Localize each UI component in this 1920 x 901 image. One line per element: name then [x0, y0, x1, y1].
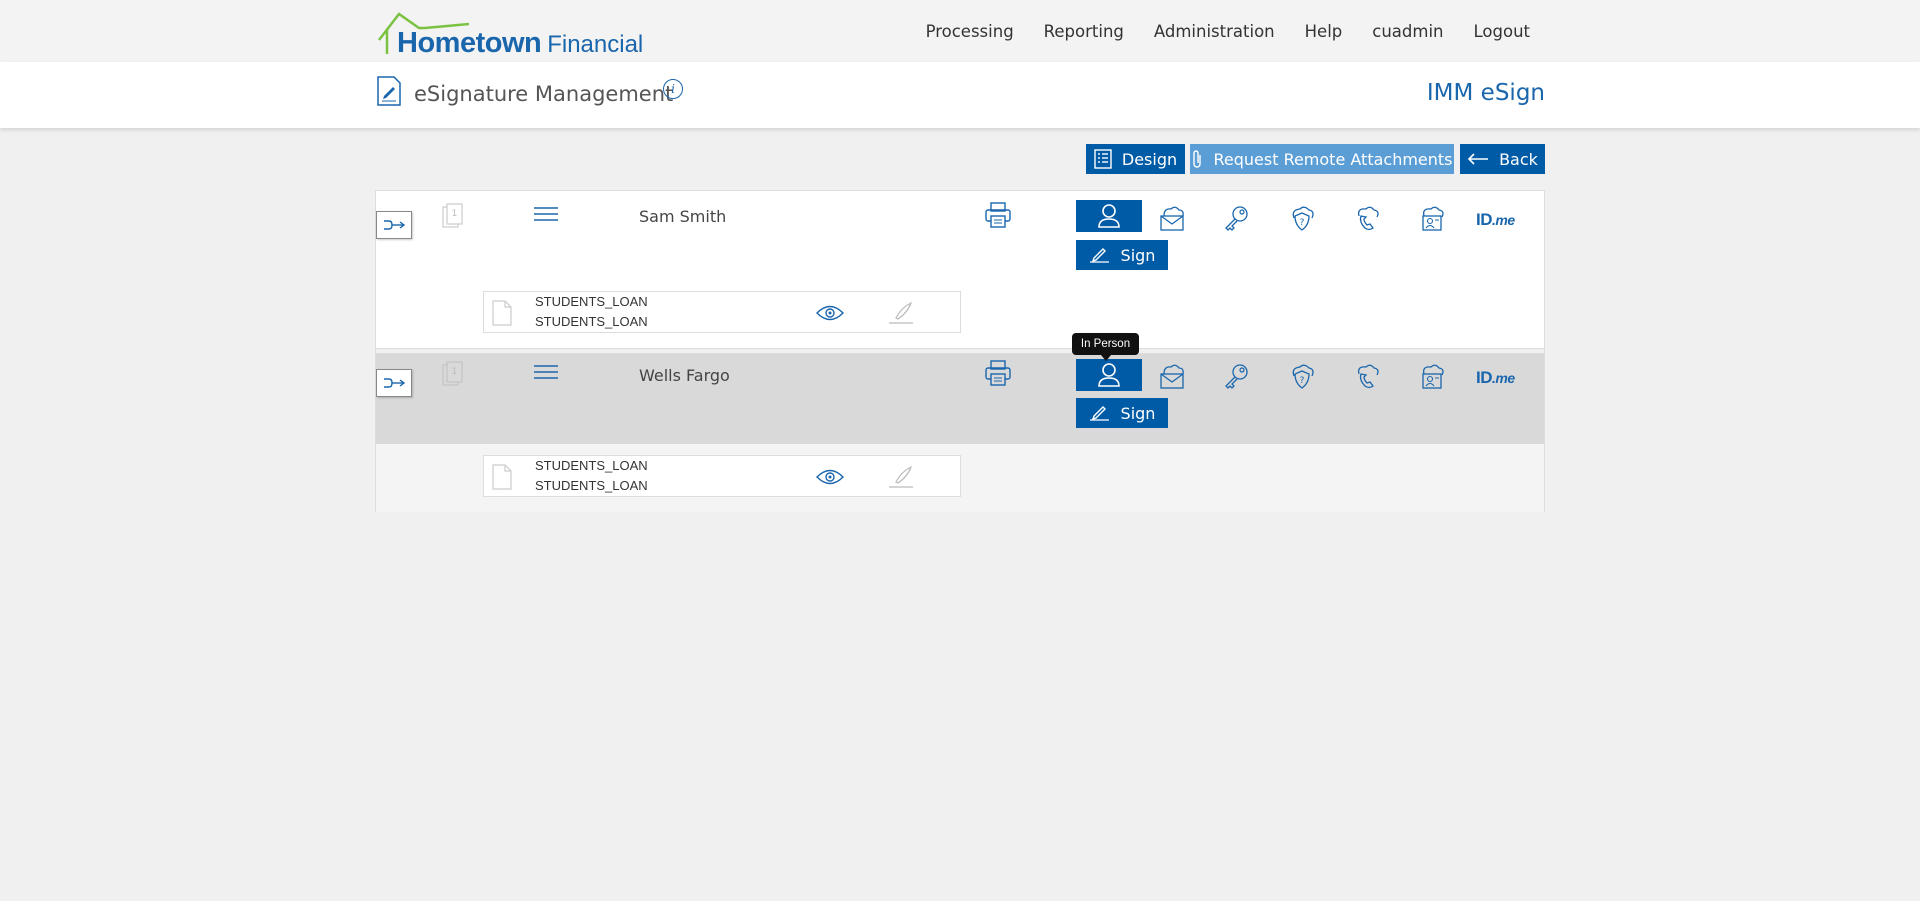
menu-icon[interactable] — [533, 205, 559, 225]
document-type: STUDENTS_LOAN — [535, 314, 648, 329]
info-icon[interactable]: i — [663, 79, 683, 99]
arrow-left-icon — [1467, 153, 1489, 165]
route-button[interactable] — [376, 369, 412, 397]
pen-icon — [1089, 406, 1109, 421]
route-arrow-icon — [384, 378, 406, 388]
file-icon — [492, 464, 512, 490]
sign-button-label: Sign — [1120, 245, 1156, 265]
design-button[interactable]: Design — [1086, 144, 1185, 174]
page-header: eSignature Management i IMM eSign — [0, 62, 1920, 128]
svg-text:?: ? — [1300, 376, 1305, 386]
back-button[interactable]: Back — [1460, 144, 1545, 174]
nav-help[interactable]: Help — [1305, 22, 1343, 41]
in-person-icon — [1098, 204, 1120, 228]
document-name: STUDENTS_LOAN — [535, 294, 648, 309]
signers-panel: 1 Sam Smith ? ID.me Sign STUDENTS_LOAN S… — [375, 190, 1545, 512]
top-navigation: Hometown Financial Processing Reporting A… — [0, 0, 1920, 62]
phone-icon[interactable] — [1353, 204, 1381, 232]
main-nav: Processing Reporting Administration Help… — [926, 22, 1530, 41]
signature-pen-icon — [889, 465, 913, 488]
document-item: STUDENTS_LOAN STUDENTS_LOAN — [483, 455, 961, 497]
print-icon[interactable] — [984, 201, 1012, 229]
signer-name: Sam Smith — [639, 207, 727, 226]
idme-logo[interactable]: ID.me — [1476, 210, 1515, 230]
idme-id-text: ID — [1476, 210, 1493, 229]
hometown-financial-logo[interactable]: Hometown Financial — [377, 10, 647, 59]
document-item: STUDENTS_LOAN STUDENTS_LOAN — [483, 291, 961, 333]
nav-processing[interactable]: Processing — [926, 22, 1014, 41]
pen-icon — [1089, 248, 1109, 263]
key-icon[interactable] — [1223, 204, 1251, 232]
app-name: IMM eSign — [1426, 80, 1545, 106]
email-icon[interactable] — [1158, 362, 1186, 390]
svg-text:1: 1 — [452, 209, 458, 219]
sign-button-label: Sign — [1120, 403, 1156, 423]
svg-text:?: ? — [1300, 218, 1305, 228]
in-person-icon — [1098, 363, 1120, 387]
sign-button[interactable]: Sign — [1076, 240, 1168, 270]
nav-user[interactable]: cuadmin — [1372, 22, 1443, 41]
esign-document-icon — [377, 76, 401, 106]
signature-pen-icon — [889, 301, 913, 324]
document-count-icon: 1 — [442, 361, 463, 386]
design-button-label: Design — [1121, 149, 1178, 169]
signer-name: Wells Fargo — [639, 366, 730, 385]
signer-row: 1 Wells Fargo ? ID.me Sign STUDENTS_LOAN… — [376, 354, 1544, 512]
view-eye-icon[interactable] — [816, 304, 844, 322]
idme-me-text: .me — [1492, 212, 1515, 228]
paperclip-icon — [1193, 150, 1202, 168]
signer-row: 1 Sam Smith ? ID.me Sign STUDENTS_LOAN S… — [376, 191, 1544, 347]
request-remote-attachments-button[interactable]: Request Remote Attachments — [1190, 144, 1454, 174]
logo-brand: Hometown — [397, 27, 542, 59]
file-icon — [492, 300, 512, 326]
idme-id-text: ID — [1476, 368, 1493, 387]
nav-administration[interactable]: Administration — [1154, 22, 1275, 41]
in-person-tooltip: In Person — [1072, 333, 1139, 361]
in-person-method-button[interactable] — [1076, 359, 1142, 391]
request-remote-attachments-label: Request Remote Attachments — [1213, 149, 1453, 169]
email-icon[interactable] — [1158, 204, 1186, 232]
back-button-label: Back — [1499, 149, 1538, 169]
security-question-icon[interactable]: ? — [1288, 362, 1316, 390]
document-type: STUDENTS_LOAN — [535, 478, 648, 493]
id-check-icon[interactable] — [1418, 362, 1446, 390]
page-title: eSignature Management — [414, 82, 674, 106]
idme-logo[interactable]: ID.me — [1476, 368, 1515, 388]
logo-sub: Financial — [547, 31, 644, 58]
svg-text:1: 1 — [452, 367, 458, 377]
document-name: STUDENTS_LOAN — [535, 458, 648, 473]
route-arrow-icon — [384, 220, 406, 230]
document-count-icon: 1 — [442, 203, 463, 228]
nav-logout[interactable]: Logout — [1474, 22, 1531, 41]
key-icon[interactable] — [1223, 362, 1251, 390]
idme-me-text: .me — [1492, 370, 1515, 386]
nav-reporting[interactable]: Reporting — [1044, 22, 1124, 41]
id-check-icon[interactable] — [1418, 204, 1446, 232]
in-person-method-button[interactable] — [1076, 200, 1142, 232]
sign-button[interactable]: Sign — [1076, 398, 1168, 428]
route-button[interactable] — [376, 211, 412, 239]
security-question-icon[interactable]: ? — [1288, 204, 1316, 232]
menu-icon[interactable] — [533, 363, 559, 383]
print-icon[interactable] — [984, 359, 1012, 387]
phone-icon[interactable] — [1353, 362, 1381, 390]
view-eye-icon[interactable] — [816, 468, 844, 486]
design-list-icon — [1094, 149, 1112, 169]
